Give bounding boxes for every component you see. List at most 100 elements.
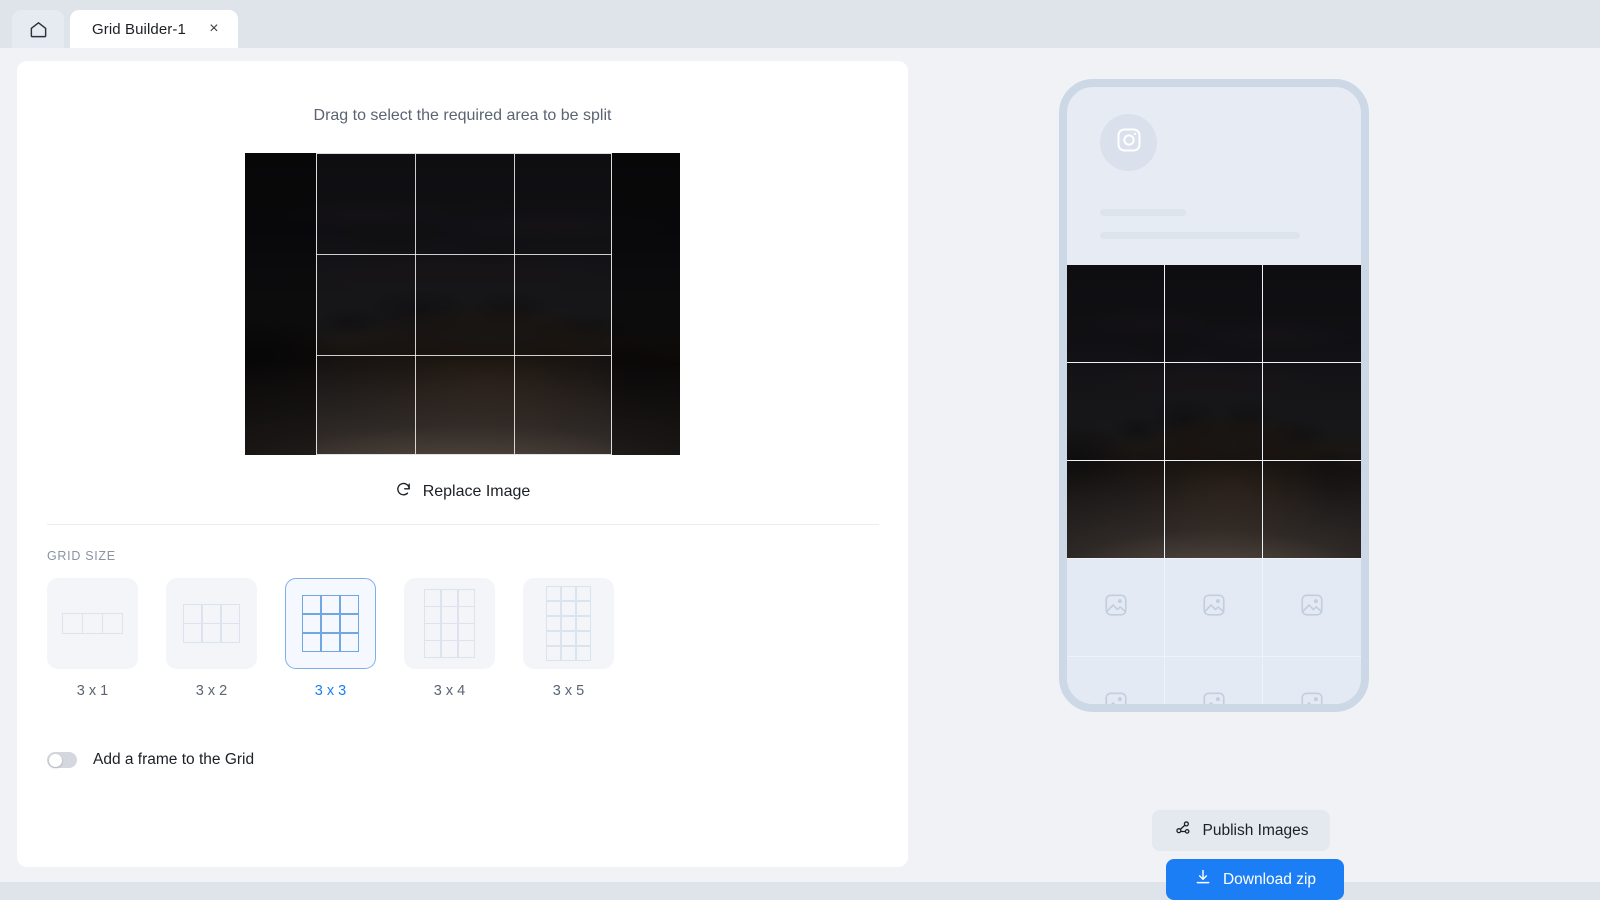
avatar (1100, 114, 1157, 171)
grid-size-heading: GRID SIZE (47, 549, 116, 563)
source-image-canvas[interactable] (245, 153, 680, 455)
grid-size-cell (545, 630, 562, 647)
crop-selection[interactable] (316, 153, 612, 455)
publish-images-label: Publish Images (1202, 821, 1309, 839)
grid-size-thumb (285, 578, 376, 669)
crop-shade-right (612, 153, 680, 455)
download-zip-label: Download zip (1222, 870, 1317, 888)
page-body: Drag to select the required area to be s… (0, 48, 1600, 900)
home-icon (29, 20, 48, 39)
publish-images-button[interactable]: Publish Images (1152, 810, 1330, 851)
refresh-icon (395, 481, 412, 503)
tab-title: Grid Builder-1 (92, 20, 186, 38)
grid-size-cell (560, 600, 577, 617)
grid-size-cell (560, 615, 577, 632)
toggle-knob (48, 753, 62, 767)
grid-size-cell (201, 623, 222, 643)
grid-size-caption: 3 x 4 (433, 683, 466, 699)
grid-size-cell (545, 645, 562, 662)
grid-size-cell (457, 623, 476, 641)
grid-size-caption: 3 x 3 (314, 683, 347, 699)
grid-size-preview (423, 589, 476, 658)
preview-image-cell (1165, 265, 1263, 363)
grid-size-cell (320, 613, 341, 634)
preview-empty-cell (1067, 559, 1165, 657)
preview-image-cell (1165, 363, 1263, 461)
grid-size-cell (182, 604, 203, 624)
grid-size-caption: 3 x 1 (76, 683, 109, 699)
instagram-icon (1115, 126, 1143, 159)
grid-size-cell (423, 623, 442, 641)
preview-image-cell (1263, 363, 1361, 461)
grid-size-cell (440, 623, 459, 641)
grid-size-cell (560, 645, 577, 662)
grid-size-cell (102, 613, 123, 634)
grid-line-horizontal (317, 254, 611, 256)
grid-size-thumb (47, 578, 138, 669)
grid-size-cell (457, 606, 476, 624)
grid-size-cell (201, 604, 222, 624)
preview-empty-cell (1165, 559, 1263, 657)
preview-image-cell (1067, 363, 1165, 461)
grid-size-option-3x5[interactable]: 3 x 5 (523, 578, 614, 699)
grid-size-cell (545, 600, 562, 617)
share-nodes-icon (1174, 819, 1192, 842)
grid-size-preview (62, 613, 123, 634)
phone-preview (1059, 79, 1369, 712)
grid-size-cell (301, 632, 322, 653)
preview-image-cell (1263, 461, 1361, 559)
grid-size-cell (301, 594, 322, 615)
drag-hint-text: Drag to select the required area to be s… (313, 107, 612, 124)
grid-line-vertical (415, 154, 417, 454)
grid-size-cell (440, 606, 459, 624)
add-frame-row[interactable]: Add a frame to the Grid (47, 751, 254, 769)
grid-size-cell (220, 623, 241, 643)
grid-size-cell (301, 613, 322, 634)
grid-size-cell (545, 585, 562, 602)
grid-size-option-3x3[interactable]: 3 x 3 (285, 578, 376, 699)
grid-size-cell (320, 632, 341, 653)
grid-size-cell (423, 606, 442, 624)
close-icon[interactable]: × (206, 21, 222, 37)
preview-empty-cell (1263, 559, 1361, 657)
phone-grid-preview (1067, 265, 1361, 704)
phone-profile-header (1067, 87, 1361, 249)
preview-empty-cell (1263, 657, 1361, 704)
home-tab-button[interactable] (12, 10, 64, 48)
grid-size-cell (560, 630, 577, 647)
add-frame-toggle[interactable] (47, 752, 77, 768)
download-zip-button[interactable]: Download zip (1166, 859, 1344, 900)
preview-image-slice (1263, 363, 1361, 460)
profile-bio-placeholder (1100, 232, 1300, 239)
preview-image-slice (1165, 363, 1262, 460)
preview-image-slice (1165, 461, 1262, 558)
tab-grid-builder-1[interactable]: Grid Builder-1 × (70, 10, 238, 48)
image-placeholder-icon (1103, 690, 1129, 704)
grid-size-cell (339, 594, 360, 615)
grid-size-cell (62, 613, 83, 634)
preview-image-slice (1165, 265, 1262, 362)
grid-size-cell (575, 615, 592, 632)
replace-image-button[interactable]: Replace Image (17, 481, 908, 503)
tab-bar: Grid Builder-1 × (0, 0, 1600, 48)
preview-image-slice (1067, 461, 1164, 558)
grid-size-cell (320, 594, 341, 615)
grid-size-option-3x1[interactable]: 3 x 1 (47, 578, 138, 699)
preview-empty-cell (1067, 657, 1165, 704)
preview-empty-cell (1165, 657, 1263, 704)
grid-size-option-3x2[interactable]: 3 x 2 (166, 578, 257, 699)
editor-card: Drag to select the required area to be s… (17, 61, 908, 867)
preview-image-slice (1067, 265, 1164, 362)
grid-line-horizontal (317, 354, 611, 356)
grid-size-cell (575, 585, 592, 602)
image-placeholder-icon (1201, 690, 1227, 704)
grid-size-option-3x4[interactable]: 3 x 4 (404, 578, 495, 699)
download-icon (1194, 868, 1212, 891)
grid-size-cell (440, 640, 459, 658)
grid-size-thumb (523, 578, 614, 669)
grid-size-options: 3 x 1 3 x 2 3 x 3 3 x 4 3 x 5 (47, 578, 614, 699)
grid-size-cell (82, 613, 103, 634)
grid-size-cell (457, 589, 476, 607)
grid-size-cell (457, 640, 476, 658)
replace-image-label: Replace Image (422, 483, 531, 500)
